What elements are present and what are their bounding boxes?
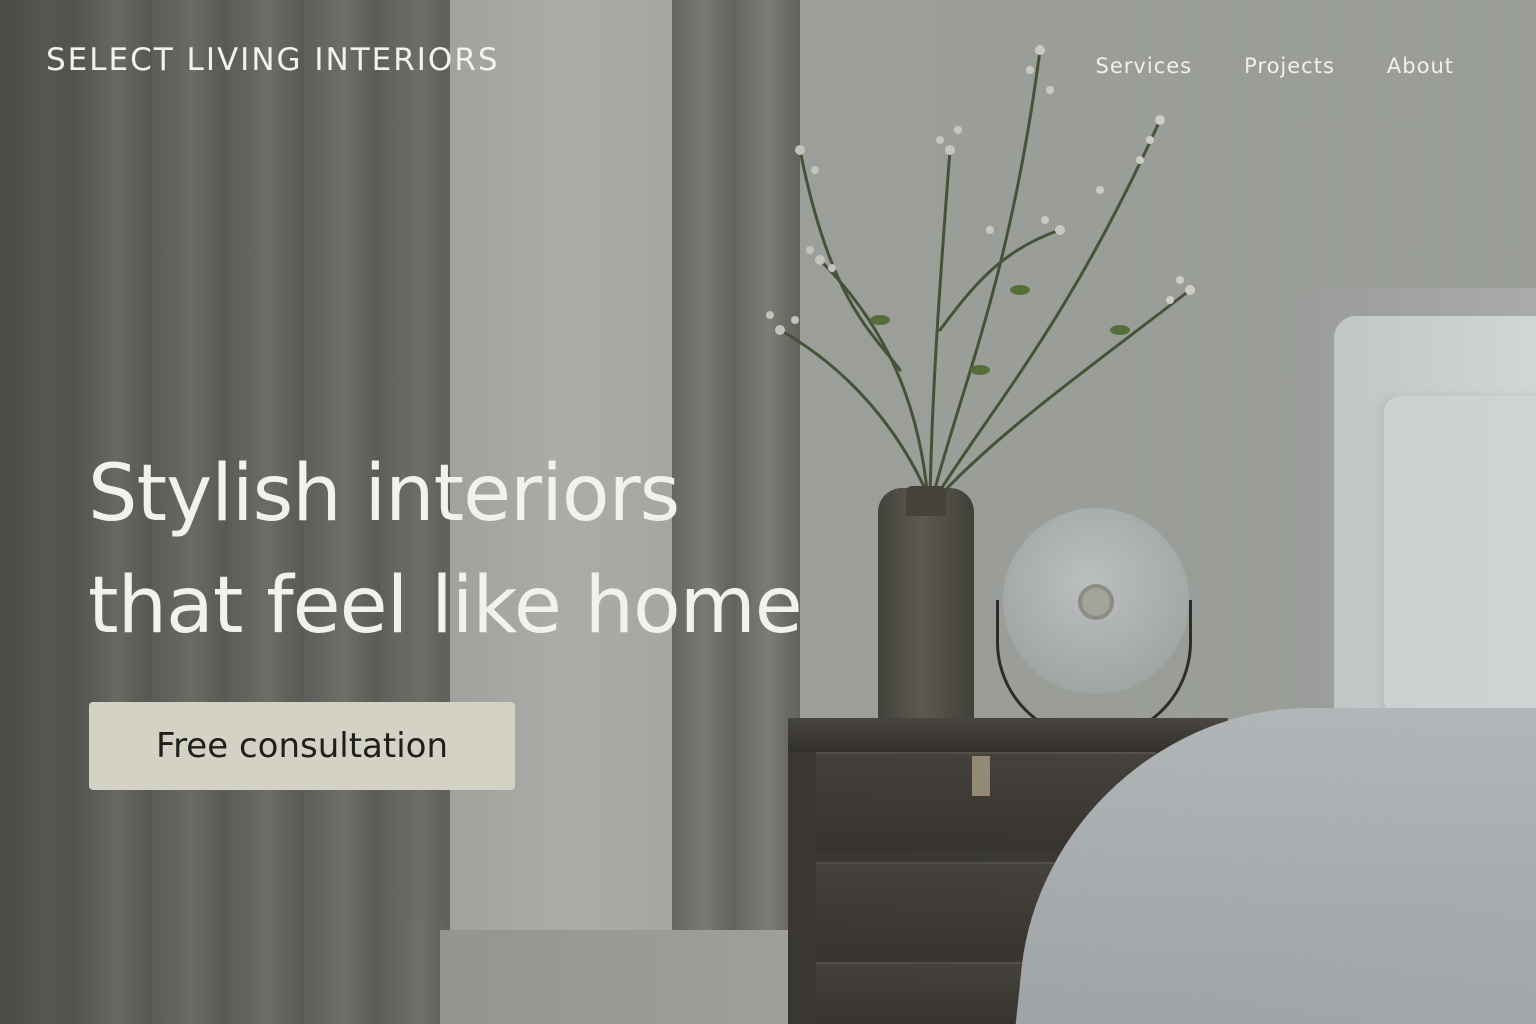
- main-nav: Services Projects About: [1044, 54, 1454, 78]
- hero-headline: Stylish interiors that feel like home: [88, 438, 803, 662]
- hero-section: SELECT LIVING INTERIORS Services Project…: [0, 0, 1536, 1024]
- nav-link-about[interactable]: About: [1387, 54, 1454, 78]
- nav-link-services[interactable]: Services: [1096, 54, 1193, 78]
- free-consultation-button[interactable]: Free consultation: [89, 702, 515, 790]
- nav-link-projects[interactable]: Projects: [1244, 54, 1335, 78]
- brand-logo[interactable]: SELECT LIVING INTERIORS: [46, 42, 500, 78]
- hero-headline-line-1: Stylish interiors: [88, 449, 680, 539]
- hero-headline-line-2: that feel like home: [88, 561, 803, 651]
